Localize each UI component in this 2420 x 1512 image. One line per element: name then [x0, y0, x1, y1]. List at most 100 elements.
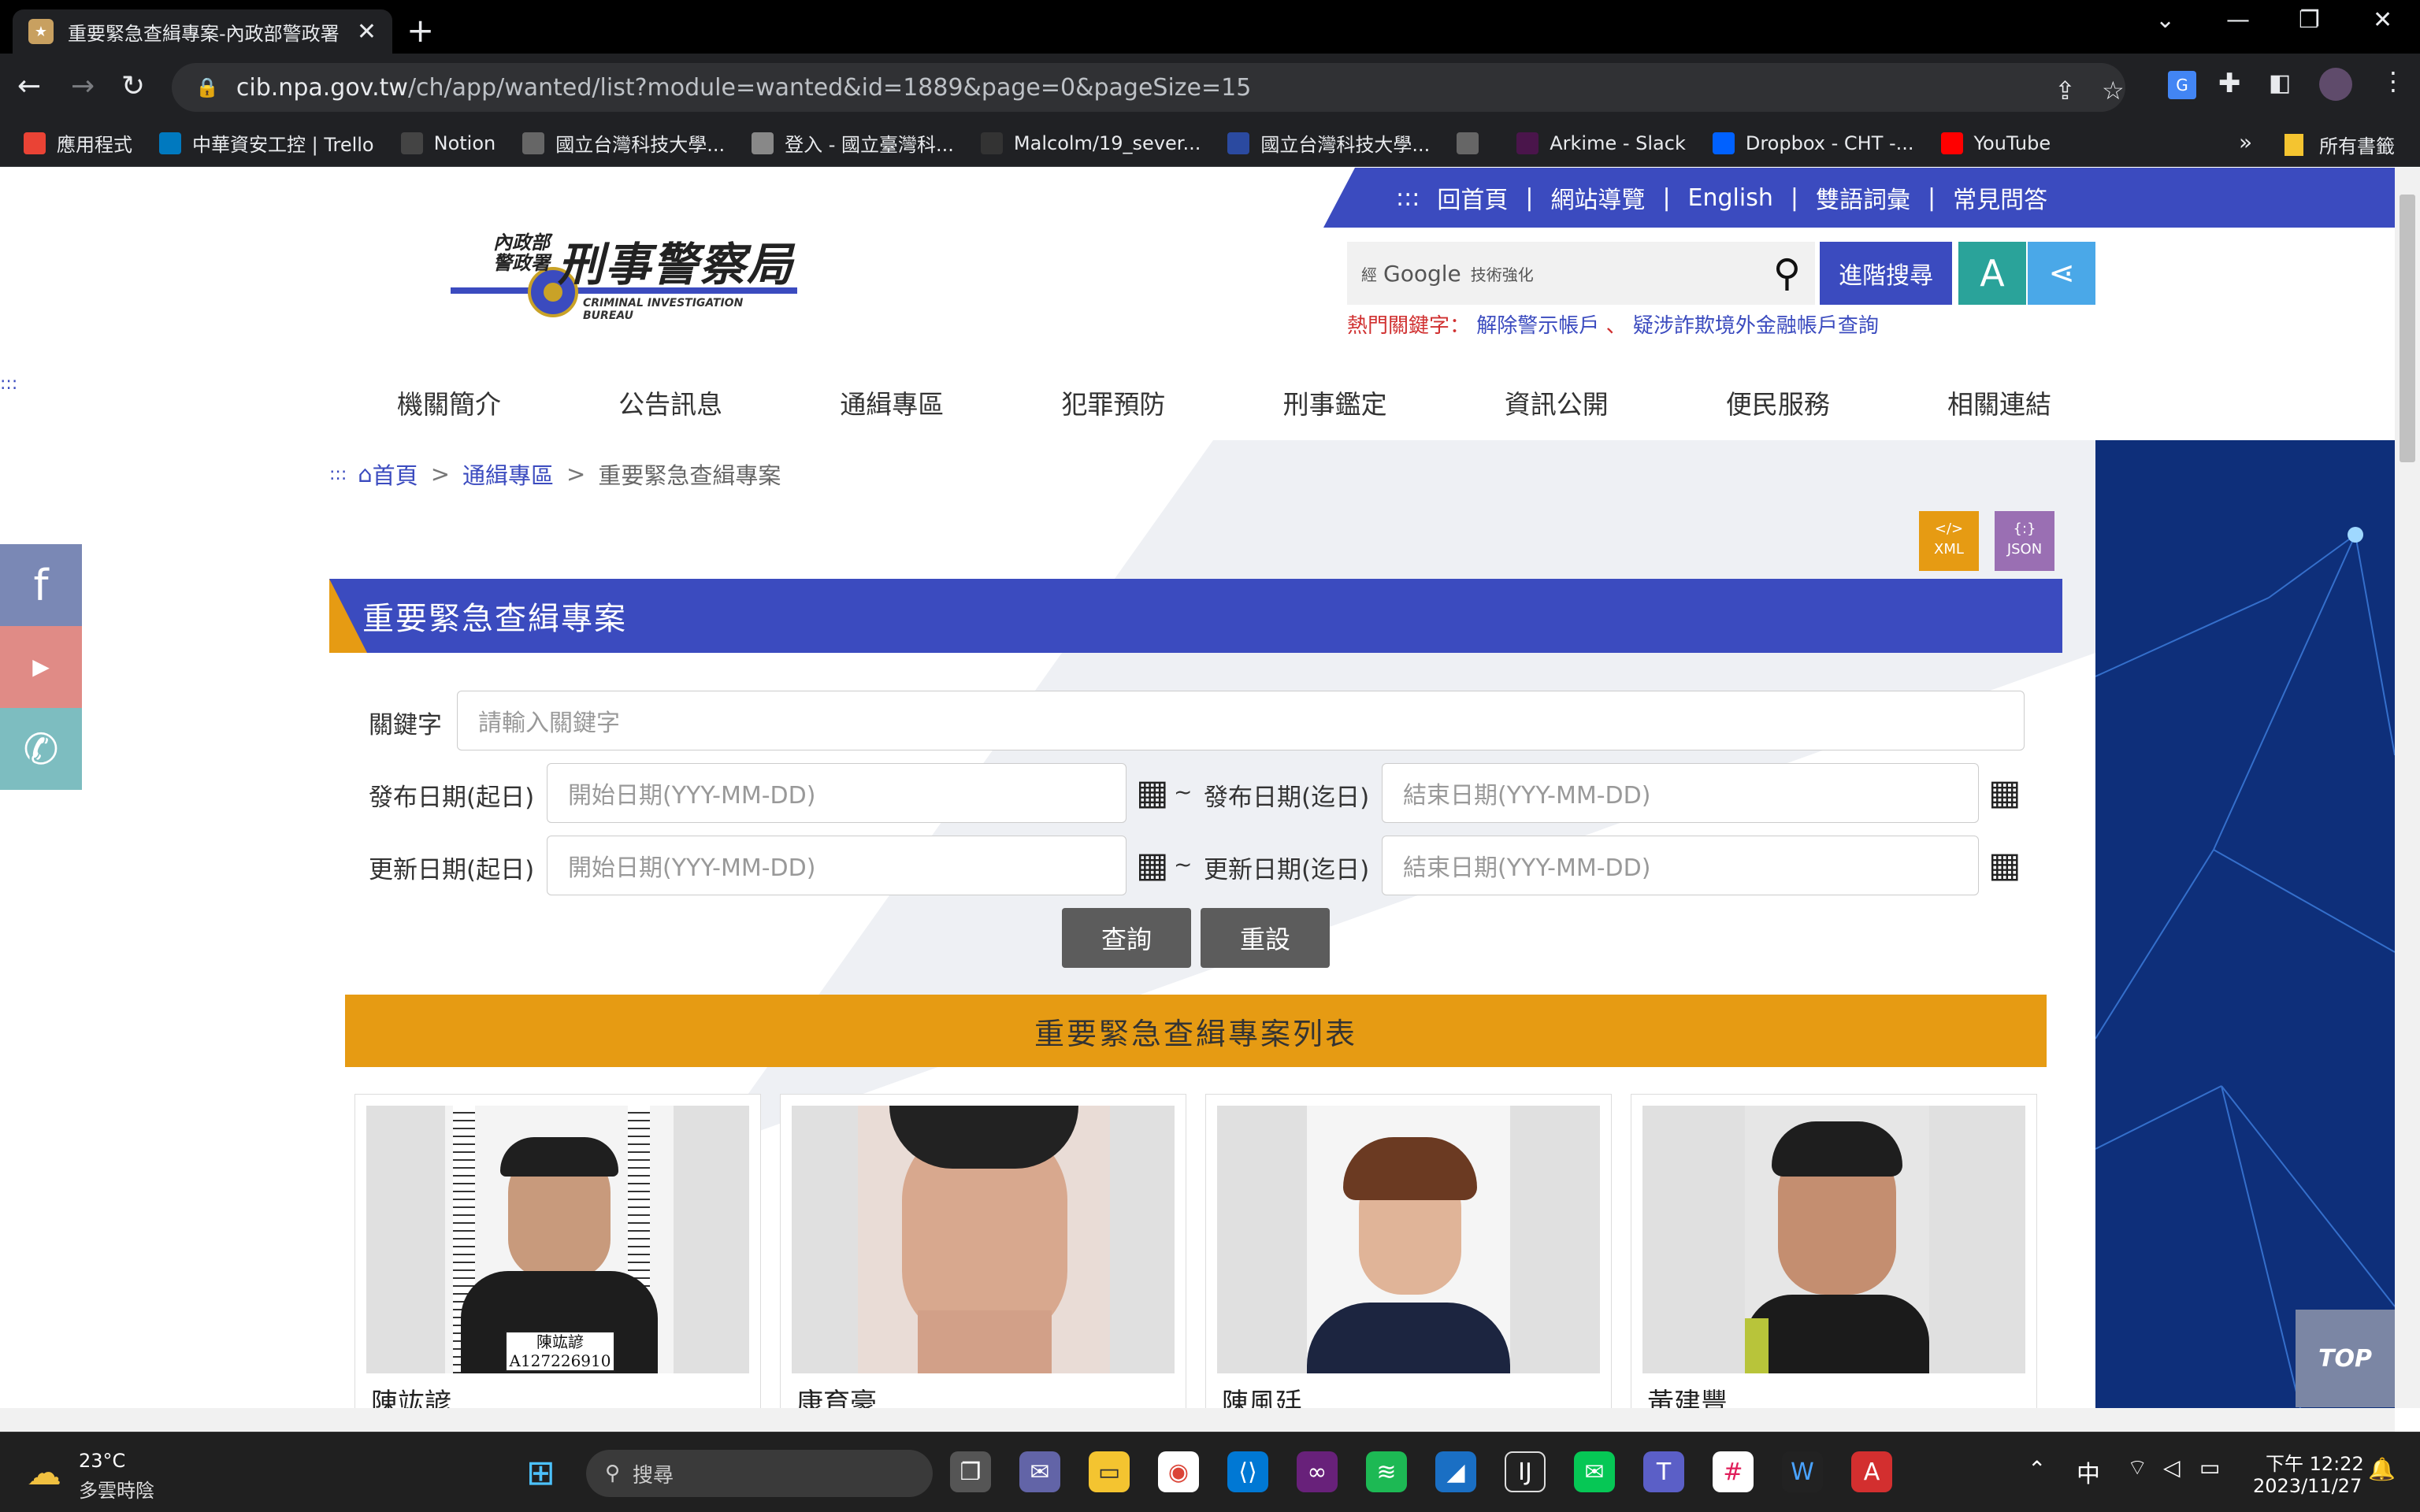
slack-icon[interactable]: #: [1713, 1451, 1754, 1492]
wanted-card[interactable]: 陳竑諺 A127226910 陳竑諺: [354, 1094, 761, 1408]
side-panel-icon[interactable]: ◧: [2269, 69, 2291, 97]
all-bookmarks-button[interactable]: 所有書籤: [2285, 131, 2395, 158]
bookmark-item[interactable]: Arkime - Slack: [1516, 132, 1686, 154]
wanted-card[interactable]: 陳風廷: [1205, 1094, 1612, 1408]
nav-item[interactable]: 資訊公開: [1505, 384, 1609, 431]
chrome-icon[interactable]: ◉: [1158, 1451, 1199, 1492]
bookmark-item[interactable]: YouTube: [1940, 132, 2051, 154]
bookmark-item[interactable]: 應用程式: [24, 129, 132, 157]
wanted-card[interactable]: 康育豪: [780, 1094, 1186, 1408]
share-icon[interactable]: ⋖: [2028, 242, 2095, 305]
top-link[interactable]: English: [1688, 184, 1773, 212]
nav-item[interactable]: 相關連結: [1947, 384, 2051, 431]
back-icon[interactable]: ←: [17, 69, 41, 104]
upd-start-date-input[interactable]: 開始日期(YYY-MM-DD): [547, 836, 1126, 895]
person-name[interactable]: 康育豪: [796, 1381, 877, 1408]
share-page-icon[interactable]: ⇪: [2054, 76, 2076, 106]
google-search-box[interactable]: 經 Google 技術強化 ⚲: [1347, 242, 1815, 305]
forward-icon[interactable]: →: [71, 69, 95, 104]
windows-start-icon[interactable]: ⊞: [526, 1453, 555, 1493]
back-to-top-button[interactable]: TOP: [2296, 1310, 2395, 1407]
cib-logo[interactable]: 內政部警政署 刑事警察局 CRIMINAL INVESTIGATION BURE…: [451, 218, 797, 328]
bookmark-star-icon[interactable]: ☆: [2102, 76, 2125, 106]
wifi-icon[interactable]: ⌔: [2127, 1455, 2147, 1482]
facebook-icon[interactable]: f: [0, 544, 82, 626]
intellij-icon[interactable]: IJ: [1505, 1451, 1546, 1492]
nav-item[interactable]: 機關簡介: [397, 384, 501, 431]
top-link[interactable]: 雙語詞彙: [1816, 180, 1910, 215]
clock-date[interactable]: 2023/11/27: [2253, 1475, 2362, 1497]
top-link[interactable]: 回首頁: [1437, 180, 1508, 215]
acrobat-icon[interactable]: A: [1851, 1451, 1892, 1492]
horizontal-scrollbar[interactable]: [0, 1408, 2395, 1432]
close-window-icon[interactable]: ✕: [2373, 6, 2392, 34]
restore-icon[interactable]: ❐: [2299, 6, 2320, 34]
bookmarks-overflow-button[interactable]: »: [2239, 129, 2252, 155]
file-explorer-icon[interactable]: ▭: [1089, 1451, 1130, 1492]
reload-icon[interactable]: ↻: [121, 69, 145, 104]
bookmark-item[interactable]: Malcolm/19_sever...: [980, 132, 1201, 154]
bookmark-item[interactable]: 國立台灣科技大學...: [522, 129, 725, 157]
tab-close-icon[interactable]: ✕: [357, 18, 377, 46]
waves-icon[interactable]: W: [1782, 1451, 1823, 1492]
chat-icon[interactable]: ✉: [1019, 1451, 1060, 1492]
spotify-icon[interactable]: ≋: [1366, 1451, 1407, 1492]
clock-time[interactable]: 下午 12:22: [2266, 1448, 2364, 1476]
wanted-card[interactable]: 黃建豐: [1631, 1094, 2037, 1408]
reset-button[interactable]: 重設: [1201, 908, 1330, 968]
font-size-button[interactable]: A: [1958, 242, 2026, 305]
url-bar[interactable]: 🔒 cib.npa.gov.tw/ch/app/wanted/list?modu…: [172, 63, 2125, 112]
wireshark-icon[interactable]: ◢: [1435, 1451, 1476, 1492]
bookmark-item[interactable]: 中華資安工控 | Trello: [159, 129, 374, 157]
tab-search-icon[interactable]: ⌄: [2155, 6, 2175, 34]
bookmark-item[interactable]: Dropbox - CHT -...: [1712, 132, 1914, 154]
battery-icon[interactable]: ▭: [2199, 1455, 2220, 1480]
tray-chevron-icon[interactable]: ⌃: [2028, 1456, 2046, 1482]
vertical-scrollbar[interactable]: [2395, 168, 2420, 1408]
task-view-icon[interactable]: ❐: [950, 1451, 991, 1492]
notification-bell-icon[interactable]: 🔔: [2368, 1456, 2396, 1482]
nav-item[interactable]: 便民服務: [1726, 384, 1830, 431]
translate-icon[interactable]: G: [2168, 71, 2196, 99]
keyword-input[interactable]: 請輸入關鍵字: [457, 691, 2025, 750]
top-link[interactable]: 網站導覽: [1550, 180, 1645, 215]
volume-icon[interactable]: ◁: [2163, 1455, 2181, 1480]
taskbar-search[interactable]: ⚲ 搜尋: [586, 1450, 933, 1497]
nav-item[interactable]: 通緝專區: [840, 384, 944, 431]
weather-temp[interactable]: 23°C: [79, 1450, 125, 1472]
browser-tab[interactable]: ★ 重要緊急查緝專案-內政部警政署 ✕: [13, 9, 392, 54]
search-icon[interactable]: ⚲: [1773, 251, 1801, 295]
bookmark-item[interactable]: 國立台灣科技大學...: [1227, 129, 1430, 157]
nav-item[interactable]: 犯罪預防: [1061, 384, 1165, 431]
breadcrumb-home[interactable]: 首頁: [373, 458, 418, 491]
person-name[interactable]: 黃建豐: [1647, 1381, 1728, 1408]
hot-keyword-link[interactable]: 解除警示帳戶: [1476, 314, 1599, 338]
top-link[interactable]: :::: [1396, 184, 1420, 212]
xml-export-button[interactable]: </> XML: [1919, 511, 1979, 571]
profile-avatar[interactable]: [2319, 68, 2352, 101]
bookmark-item[interactable]: Notion: [400, 132, 496, 154]
nav-item[interactable]: 刑事鑑定: [1283, 384, 1387, 431]
minimize-icon[interactable]: —: [2226, 6, 2250, 34]
youtube-icon[interactable]: ▶: [0, 626, 82, 708]
upd-end-date-input[interactable]: 結束日期(YYY-MM-DD): [1382, 836, 1979, 895]
bookmark-item[interactable]: [1457, 132, 1490, 154]
calendar-icon[interactable]: ▦: [1988, 845, 2021, 885]
teams-icon[interactable]: T: [1643, 1451, 1684, 1492]
pub-start-date-input[interactable]: 開始日期(YYY-MM-DD): [547, 763, 1126, 823]
menu-icon[interactable]: ⋮: [2381, 66, 2406, 96]
json-export-button[interactable]: {:} JSON: [1995, 511, 2054, 571]
advanced-search-button[interactable]: 進階搜尋: [1820, 242, 1952, 305]
phone-icon[interactable]: ✆: [0, 708, 82, 790]
bookmark-item[interactable]: 登入 - 國立臺灣科...: [752, 129, 954, 157]
breadcrumb-section[interactable]: 通緝專區: [462, 458, 554, 491]
query-button[interactable]: 查詢: [1062, 908, 1191, 968]
hot-keyword-link[interactable]: 疑涉詐欺境外金融帳戶查詢: [1633, 314, 1879, 338]
extensions-icon[interactable]: ✚: [2218, 68, 2241, 99]
top-link[interactable]: 常見問答: [1953, 180, 2047, 215]
scroll-thumb[interactable]: [2400, 195, 2415, 462]
calendar-icon[interactable]: ▦: [1988, 773, 2021, 813]
weather-desc[interactable]: 多雲時陰: [79, 1475, 154, 1503]
visual-studio-icon[interactable]: ∞: [1297, 1451, 1338, 1492]
weather-icon[interactable]: ☁: [27, 1453, 61, 1493]
